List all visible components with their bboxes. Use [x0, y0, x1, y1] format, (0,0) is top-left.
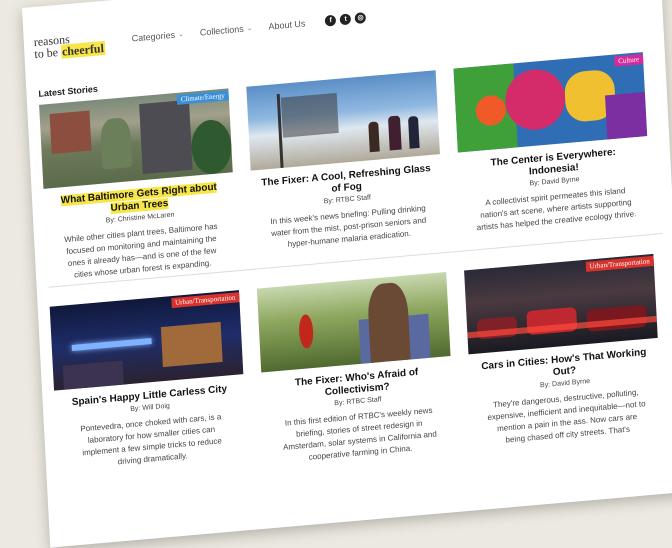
story-image[interactable]: Urban/Transportation	[464, 253, 658, 355]
twitter-icon[interactable]: t	[339, 13, 352, 26]
category-tag[interactable]: Urban/Transportation	[170, 292, 240, 309]
story-card[interactable]: Urban/Transportation Cars in Cities: How…	[464, 253, 663, 449]
nav-categories-label: Categories	[131, 29, 176, 44]
story-image[interactable]: Culture	[453, 52, 648, 153]
nav-categories[interactable]: Categories ⌄	[131, 28, 184, 43]
logo-highlight: cheerful	[60, 40, 106, 59]
story-card[interactable]: Culture The Center is Everywhere: Indone…	[453, 52, 652, 235]
story-excerpt: Pontevedra, once choked with cars, is a …	[80, 412, 223, 467]
site-header: reasons to be cheerful Categories ⌄ Coll…	[22, 0, 662, 61]
story-image[interactable]	[246, 70, 440, 171]
nav-collections[interactable]: Collections ⌄	[200, 22, 253, 37]
category-tag[interactable]: Culture	[613, 54, 644, 67]
site-logo[interactable]: reasons to be cheerful	[33, 31, 106, 62]
instagram-icon[interactable]: ◎	[354, 12, 367, 25]
section-title: Latest Stories	[38, 83, 99, 99]
story-excerpt: They're dangerous, destructive, pollutin…	[487, 387, 646, 445]
social-links: f t ◎	[324, 12, 367, 27]
story-image[interactable]	[256, 272, 451, 373]
nav-collections-label: Collections	[199, 23, 244, 38]
logo-line2-prefix: to be	[34, 44, 62, 62]
nav-about-label: About Us	[268, 17, 306, 32]
story-card[interactable]: The Fixer: Who's Afraid of Collectivism?…	[256, 272, 456, 467]
story-excerpt: In this first edition of RTBC's weekly n…	[282, 405, 437, 462]
story-card[interactable]: The Fixer: A Cool, Refreshing Glass of F…	[246, 70, 444, 253]
browser-page: reasons to be cheerful Categories ⌄ Coll…	[22, 0, 672, 548]
category-tag[interactable]: Urban/Transportation	[585, 255, 654, 272]
story-card[interactable]: Urban/Transportation Spain's Happy Littl…	[49, 290, 248, 473]
story-card[interactable]: Climate/Energy What Baltimore Gets Right…	[39, 88, 238, 283]
nav-about[interactable]: About Us	[268, 18, 305, 31]
facebook-icon[interactable]: f	[324, 14, 337, 27]
chevron-down-icon: ⌄	[246, 24, 253, 32]
story-image[interactable]: Climate/Energy	[39, 88, 233, 189]
main-nav: Categories ⌄ Collections ⌄ About Us f t …	[131, 12, 367, 44]
category-tag[interactable]: Climate/Energy	[176, 90, 229, 105]
story-excerpt: In this week's news briefing: Pulling dr…	[270, 203, 427, 249]
story-image[interactable]: Urban/Transportation	[49, 290, 244, 391]
story-excerpt: A collectivist spirit permeates this isl…	[476, 186, 637, 233]
chevron-down-icon: ⌄	[177, 30, 185, 38]
